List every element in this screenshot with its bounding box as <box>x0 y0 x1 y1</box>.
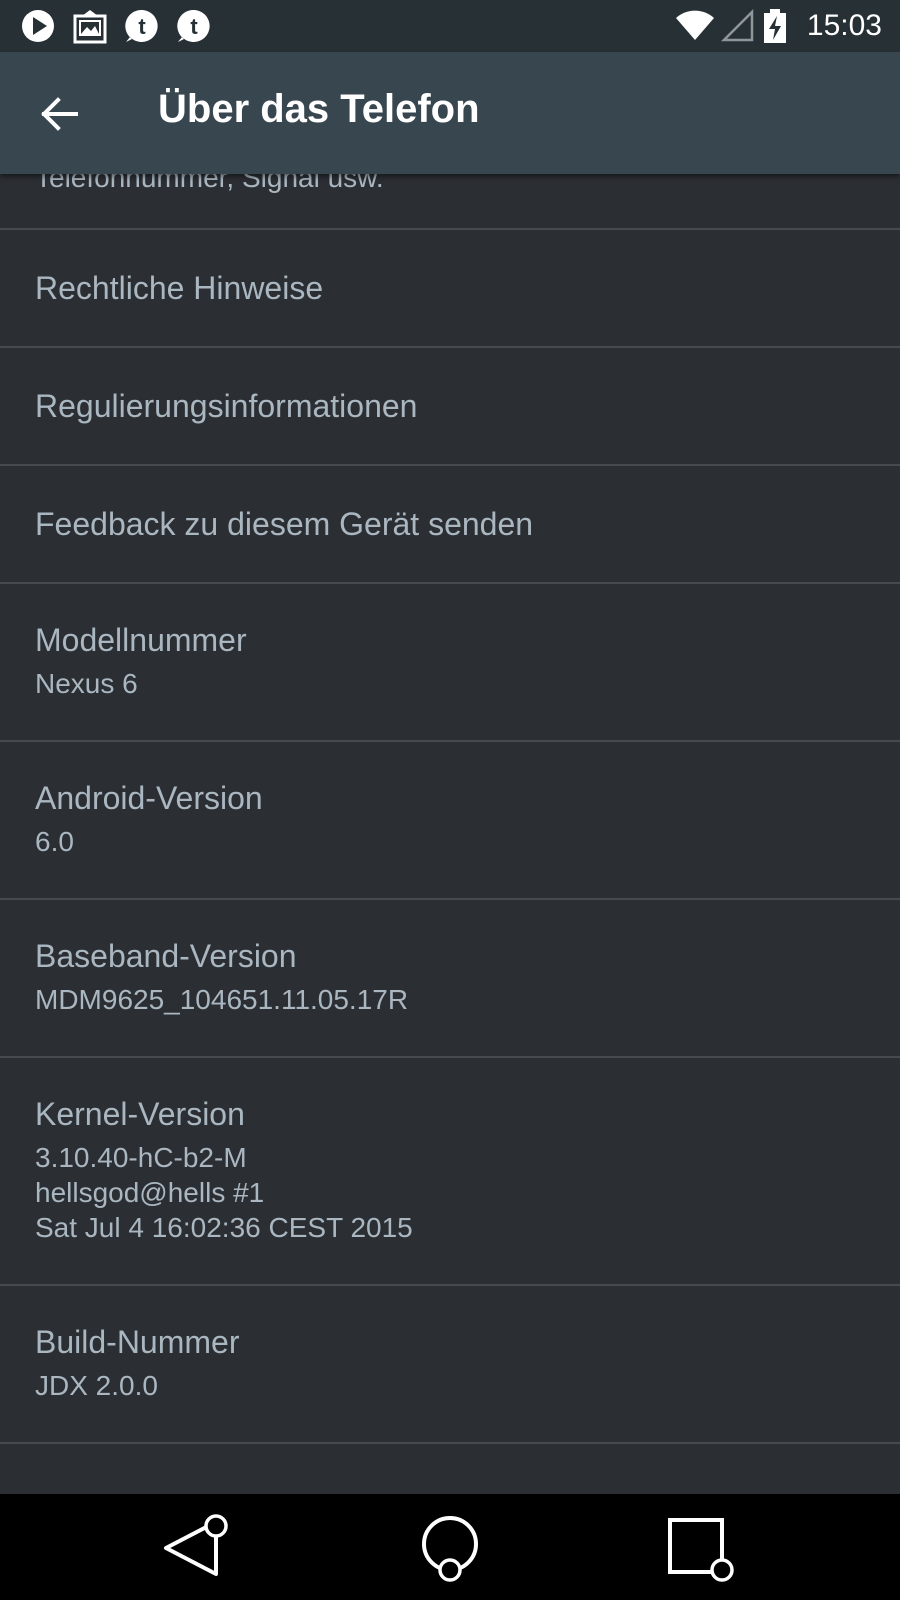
list-item-regulatory-info[interactable]: Regulierungsinformationen <box>0 348 900 466</box>
gallery-notification-icon <box>73 10 107 44</box>
battery-charging-icon <box>764 9 786 43</box>
arrow-back-icon[interactable] <box>28 82 92 146</box>
list-item-summary: Telefonnummer, Signal usw. <box>35 174 384 193</box>
list-item-legal-info[interactable]: Rechtliche Hinweise <box>0 230 900 348</box>
page-title: Über das Telefon <box>158 87 480 131</box>
status-bar: t t 15:03 <box>0 0 900 52</box>
list-item-title: Baseband-Version <box>35 938 297 974</box>
list-item-kernel-version[interactable]: Kernel-Version 3.10.40-hC-b2-M hellsgod@… <box>0 1058 900 1286</box>
list-item-summary: 3.10.40-hC-b2-M hellsgod@hells #1 Sat Ju… <box>35 1142 413 1243</box>
list-item-summary: 6.0 <box>35 826 74 857</box>
settings-list: Telefonnummer, Signal usw. Rechtliche Hi… <box>0 174 900 1494</box>
list-item-title: Rechtliche Hinweise <box>35 270 324 306</box>
list-item-title: Feedback zu diesem Gerät senden <box>35 506 534 542</box>
cell-signal-icon <box>720 8 754 42</box>
list-item-send-feedback[interactable]: Feedback zu diesem Gerät senden <box>0 466 900 584</box>
list-item-title: Kernel-Version <box>35 1096 245 1132</box>
wifi-icon <box>676 10 714 40</box>
list-item-title: Build-Nummer <box>35 1324 240 1360</box>
list-item-summary: JDX 2.0.0 <box>35 1370 158 1401</box>
list-item-model-number[interactable]: Modellnummer Nexus 6 <box>0 584 900 742</box>
play-store-notification-icon <box>22 10 54 42</box>
svg-text:t: t <box>138 14 146 39</box>
list-item-title: Modellnummer <box>35 622 247 658</box>
list-item-title: Regulierungsinformationen <box>35 388 418 424</box>
tumblr-notification-icon: t <box>125 9 158 42</box>
navigation-bar <box>0 1494 900 1600</box>
svg-text:t: t <box>190 14 198 39</box>
list-item-android-version[interactable]: Android-Version 6.0 <box>0 742 900 900</box>
list-item-baseband-version[interactable]: Baseband-Version MDM9625_104651.11.05.17… <box>0 900 900 1058</box>
tumblr-notification-icon: t <box>177 9 210 42</box>
status-time: 15:03 <box>806 9 882 42</box>
list-item-title: Android-Version <box>35 780 263 816</box>
list-item-summary: Nexus 6 <box>35 668 138 699</box>
home-nav-icon[interactable] <box>412 1512 488 1584</box>
recents-nav-icon[interactable] <box>664 1512 740 1584</box>
app-bar: Über das Telefon <box>0 52 900 174</box>
list-item-build-number[interactable]: Build-Nummer JDX 2.0.0 <box>0 1286 900 1444</box>
list-item-summary: MDM9625_104651.11.05.17R <box>35 984 409 1015</box>
list-item-status[interactable]: Telefonnummer, Signal usw. <box>0 174 900 230</box>
back-nav-icon[interactable] <box>160 1512 236 1584</box>
